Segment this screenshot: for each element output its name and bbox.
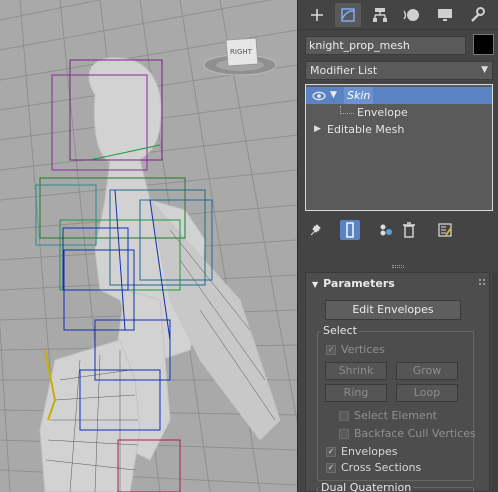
rollout-collapse-icon: ▼ <box>312 280 319 289</box>
vertices-label: Vertices <box>341 343 385 356</box>
wrench-icon <box>471 7 485 22</box>
cross-sections-label: Cross Sections <box>341 461 422 474</box>
vertices-checkbox[interactable]: ✓ Vertices <box>326 343 385 357</box>
trash-icon <box>403 222 415 238</box>
dual-quaternion-label: Dual Quaternion <box>319 481 414 492</box>
command-panel: knight_prop_mesh Modifier List ▼ ▼ Skin … <box>297 0 498 492</box>
motion-tab[interactable] <box>399 3 425 27</box>
create-tab[interactable] <box>304 3 330 27</box>
object-name-field[interactable]: knight_prop_mesh <box>305 36 466 55</box>
backface-cull-checkbox[interactable]: Backface Cull Vertices <box>339 427 476 441</box>
remove-modifier-button[interactable] <box>399 220 419 240</box>
envelopes-checkbox[interactable]: ✓ Envelopes <box>326 445 397 459</box>
display-tab[interactable] <box>432 3 458 27</box>
command-panel-scrollbar[interactable] <box>492 272 498 492</box>
pin-icon <box>310 224 321 236</box>
stack-item-envelope-label: Envelope <box>357 106 408 119</box>
panel-divider-grip[interactable] <box>392 265 404 268</box>
ring-button[interactable]: Ring <box>325 384 387 402</box>
select-group-label: Select <box>321 324 359 337</box>
configure-modifier-sets-button[interactable] <box>435 220 455 240</box>
stack-item-skin-label: Skin <box>344 87 374 104</box>
configure-icon <box>438 223 452 237</box>
expand-triangle-icon[interactable]: ▼ <box>330 87 337 104</box>
edit-envelopes-button[interactable]: Edit Envelopes <box>325 300 461 320</box>
stack-toolbar <box>305 219 493 241</box>
modify-icon <box>341 8 355 22</box>
grow-button[interactable]: Grow <box>396 362 458 380</box>
chevron-down-icon: ▼ <box>481 65 488 75</box>
cross-sections-checkbox[interactable]: ✓ Cross Sections <box>326 461 421 475</box>
show-end-result-icon <box>346 222 354 238</box>
modifier-stack[interactable]: ▼ Skin Envelope ▶ Editable Mesh <box>305 84 493 211</box>
modifier-list-dropdown[interactable]: Modifier List ▼ <box>305 61 493 80</box>
command-panel-tabs <box>298 0 498 30</box>
hierarchy-icon <box>373 8 387 22</box>
object-color-swatch[interactable] <box>473 34 494 55</box>
make-unique-icon <box>380 224 392 236</box>
pin-stack-button[interactable] <box>305 220 325 240</box>
checkbox-icon: ✓ <box>326 447 336 457</box>
stack-item-skin[interactable]: ▼ Skin <box>306 87 492 104</box>
parameters-rollout: ▼ Parameters Edit Envelopes Select ✓ Verti… <box>305 272 490 492</box>
show-end-result-button[interactable] <box>340 220 360 240</box>
stack-item-editable-mesh-label: Editable Mesh <box>327 123 405 136</box>
parameters-rollout-header[interactable]: ▼ Parameters <box>312 277 395 290</box>
checkbox-icon <box>339 429 349 439</box>
select-element-label: Select Element <box>354 409 437 422</box>
checkbox-icon: ✓ <box>326 345 336 355</box>
checkbox-icon: ✓ <box>326 463 336 473</box>
rollout-drag-handle-icon[interactable] <box>479 279 485 285</box>
stack-item-editable-mesh[interactable]: ▶ Editable Mesh <box>306 121 492 138</box>
perspective-viewport[interactable]: RIGHT <box>0 0 297 492</box>
eye-icon[interactable] <box>312 91 326 101</box>
motion-icon <box>403 9 419 21</box>
tree-connector <box>340 106 354 114</box>
checkbox-icon <box>339 411 349 421</box>
modify-tab[interactable] <box>335 3 361 27</box>
viewcube-label: RIGHT <box>230 48 253 56</box>
loop-button[interactable]: Loop <box>396 384 458 402</box>
stack-item-envelope[interactable]: Envelope <box>306 104 492 121</box>
viewport-scene: RIGHT <box>0 0 297 492</box>
make-unique-button[interactable] <box>375 220 395 240</box>
hierarchy-tab[interactable] <box>367 3 393 27</box>
shrink-button[interactable]: Shrink <box>325 362 387 380</box>
parameters-title: Parameters <box>323 277 395 290</box>
display-icon <box>438 9 452 21</box>
create-icon <box>311 9 323 21</box>
select-element-checkbox[interactable]: Select Element <box>339 409 437 423</box>
backface-cull-label: Backface Cull Vertices <box>354 427 476 440</box>
utilities-tab[interactable] <box>464 3 490 27</box>
modifier-list-label: Modifier List <box>310 64 378 77</box>
collapse-triangle-icon[interactable]: ▶ <box>314 121 321 138</box>
envelopes-label: Envelopes <box>341 445 398 458</box>
